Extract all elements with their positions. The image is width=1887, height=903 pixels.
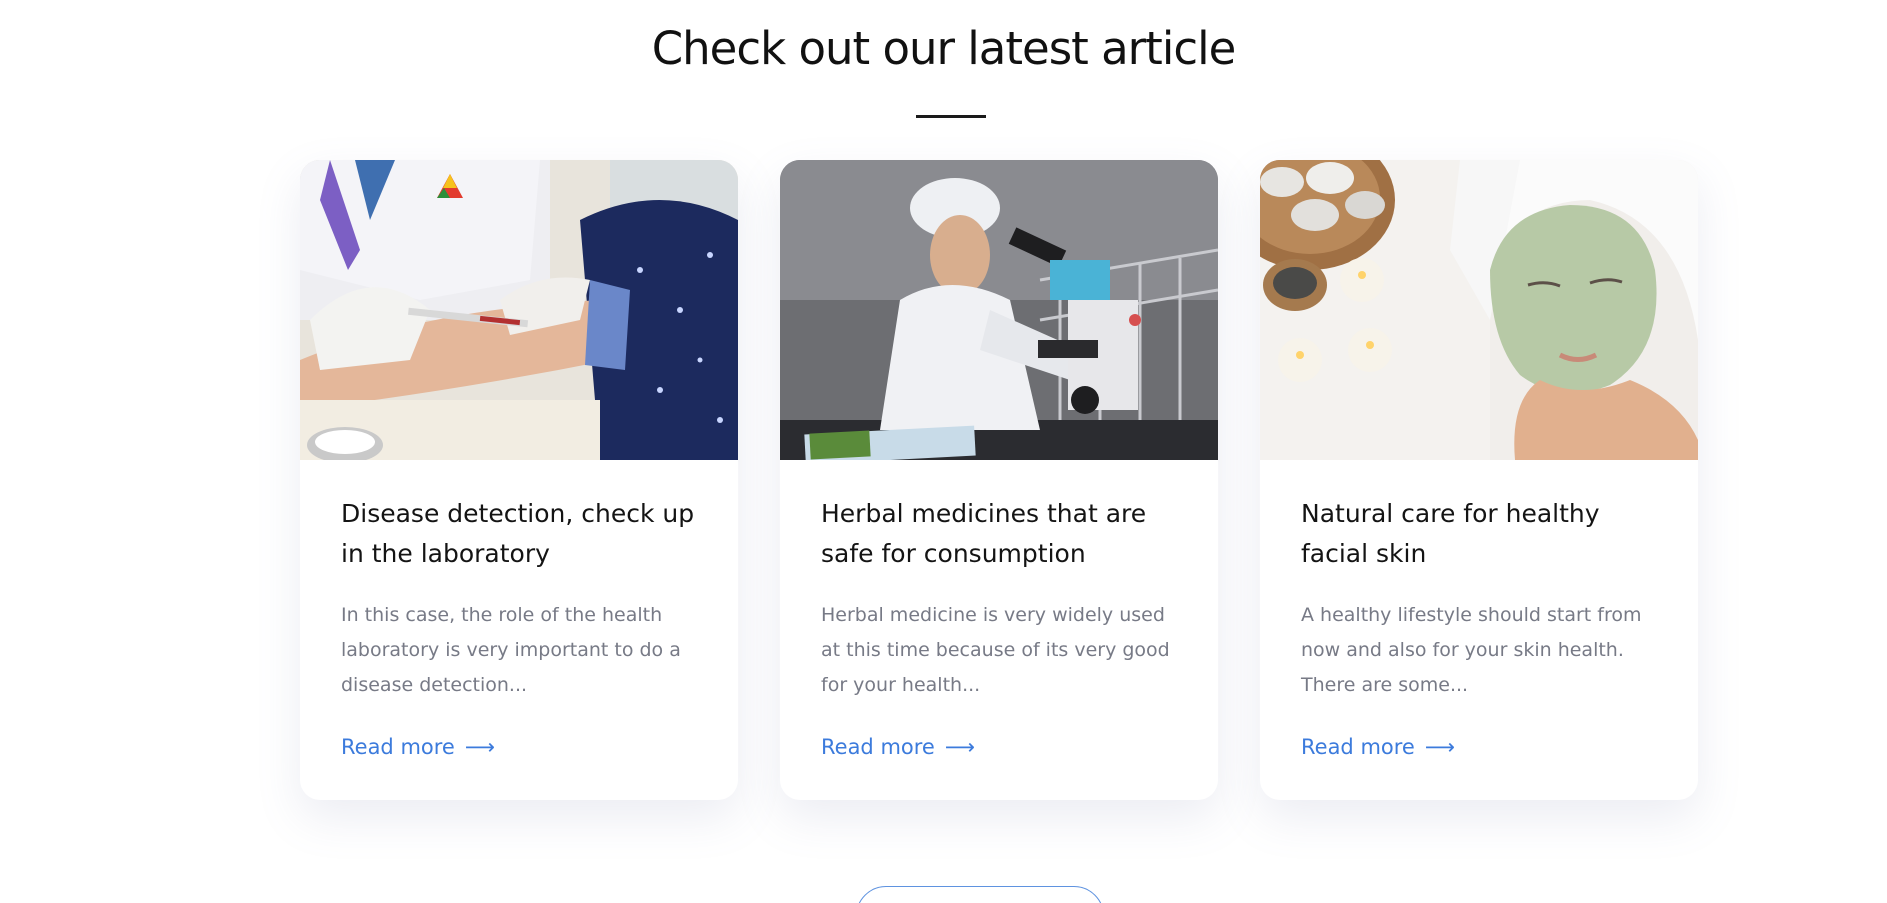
card-body: Disease detection, check up in the labor…	[300, 460, 738, 759]
card-body: Natural care for healthy facial skin A h…	[1260, 460, 1698, 759]
article-title[interactable]: Natural care for healthy facial skin	[1301, 494, 1657, 574]
read-more-link[interactable]: Read more ⟶	[821, 735, 975, 759]
microscope-illustration	[780, 160, 1218, 460]
article-excerpt: Herbal medicine is very widely used at t…	[821, 604, 1170, 696]
title-divider	[916, 115, 986, 118]
read-more-label: Read more	[1301, 735, 1415, 759]
read-more-link[interactable]: Read more ⟶	[1301, 735, 1455, 759]
article-excerpt: A healthy lifestyle should start from no…	[1301, 604, 1642, 696]
spa-facial-illustration	[1260, 160, 1698, 460]
facial-mask-spa-photo[interactable]	[1260, 160, 1698, 460]
article-card-disease-detection: Disease detection, check up in the labor…	[300, 160, 738, 800]
scientist-microscope-photo[interactable]	[780, 160, 1218, 460]
article-title[interactable]: Disease detection, check up in the labor…	[341, 494, 697, 574]
read-more-link[interactable]: Read more ⟶	[341, 735, 495, 759]
read-more-label: Read more	[821, 735, 935, 759]
section-title: Check out our latest article	[651, 22, 1237, 75]
latest-articles-section: Check out our latest article Disease det…	[0, 0, 1887, 903]
view-all-articles-button[interactable]	[856, 886, 1104, 903]
arrow-right-icon: ⟶	[464, 735, 495, 759]
blood-draw-photo[interactable]	[300, 160, 738, 460]
card-body: Herbal medicines that are safe for consu…	[780, 460, 1218, 759]
article-card-natural-care: Natural care for healthy facial skin A h…	[1260, 160, 1698, 800]
article-card-herbal-medicines: Herbal medicines that are safe for consu…	[780, 160, 1218, 800]
blood-draw-illustration	[300, 160, 738, 460]
arrow-right-icon: ⟶	[944, 735, 975, 759]
read-more-label: Read more	[341, 735, 455, 759]
arrow-right-icon: ⟶	[1424, 735, 1455, 759]
article-title[interactable]: Herbal medicines that are safe for consu…	[821, 494, 1177, 574]
article-excerpt: In this case, the role of the health lab…	[341, 604, 681, 696]
